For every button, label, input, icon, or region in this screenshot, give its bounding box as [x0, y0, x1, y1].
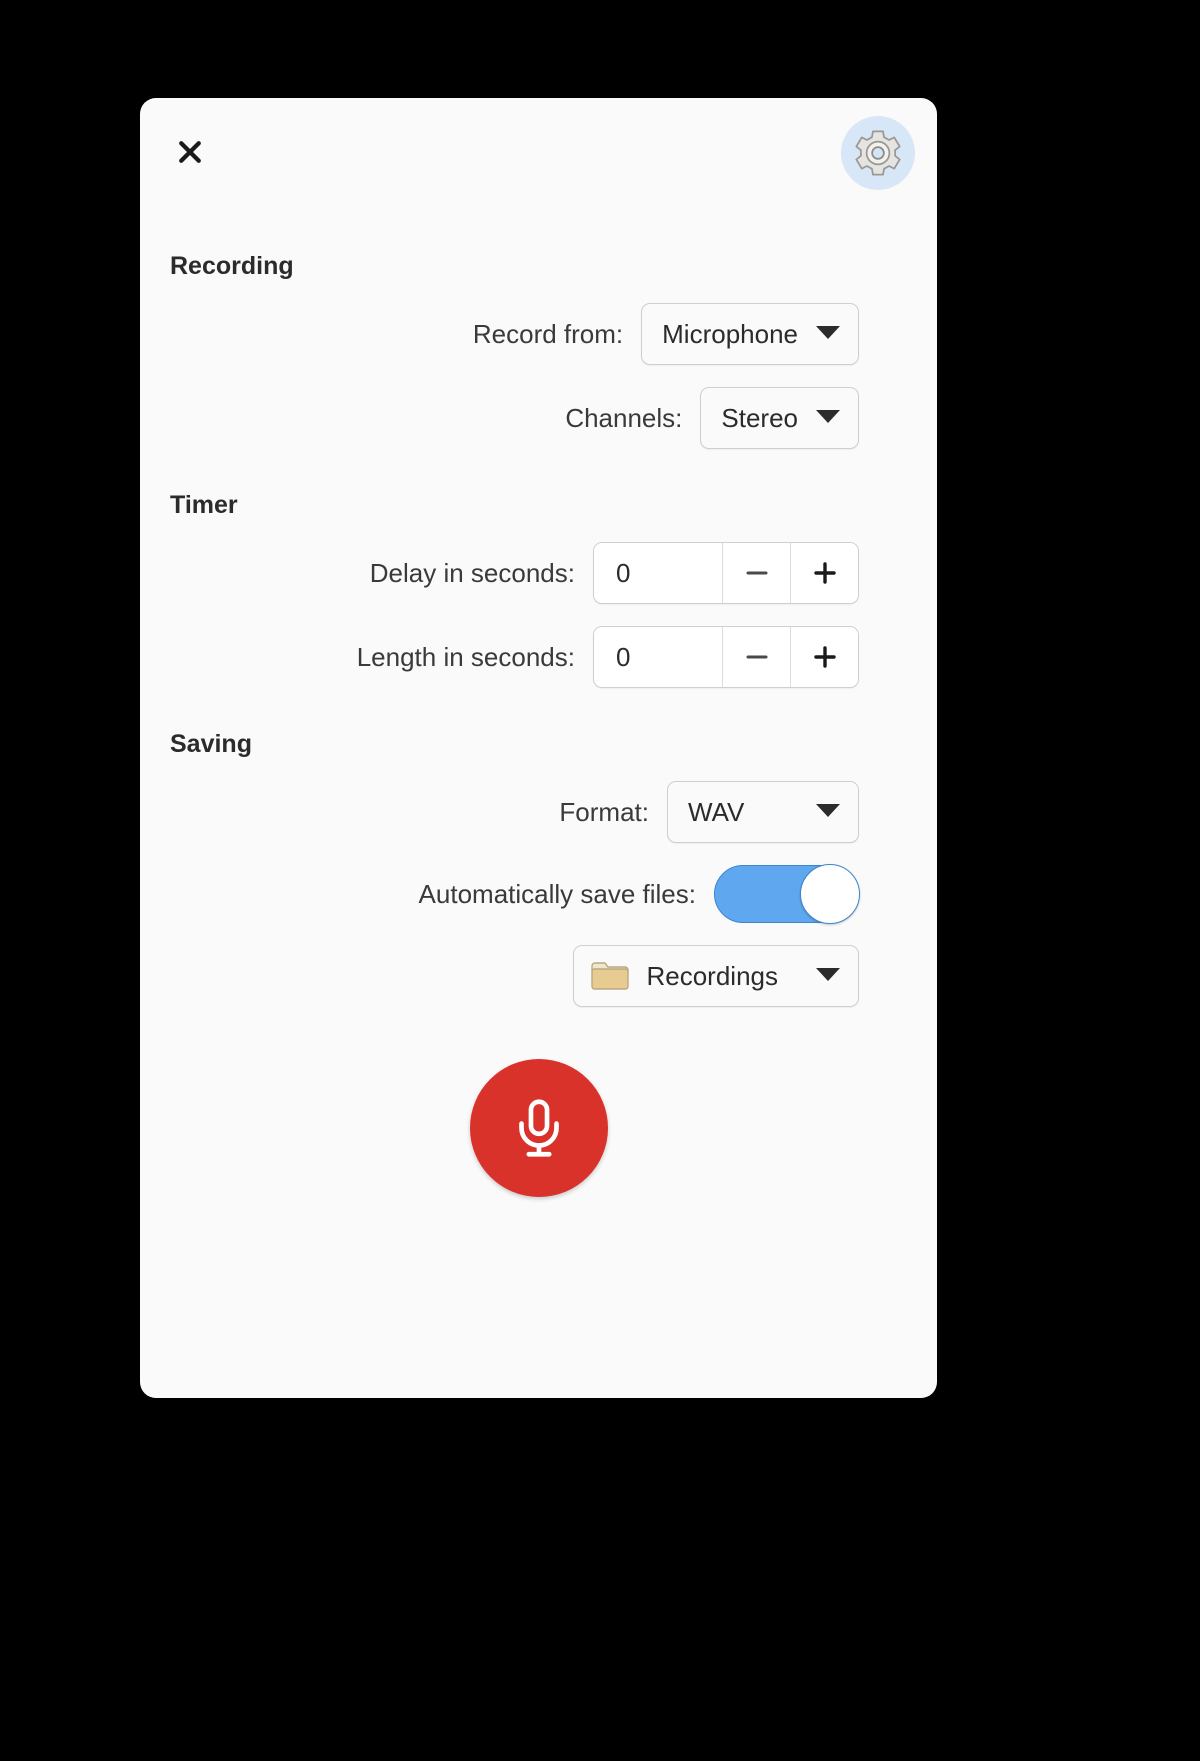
- record-button[interactable]: [469, 1059, 608, 1197]
- row-auto-save: Automatically save files:: [140, 864, 937, 924]
- record-from-dropdown[interactable]: Microphone: [641, 303, 859, 365]
- header-bar: [140, 98, 937, 214]
- section-title-timer: Timer: [170, 491, 238, 519]
- gear-icon: [855, 130, 901, 176]
- auto-save-toggle[interactable]: [714, 864, 860, 924]
- delay-value[interactable]: 0: [594, 543, 722, 603]
- length-stepper[interactable]: 0: [593, 626, 859, 688]
- auto-save-label: Automatically save files:: [418, 878, 696, 909]
- chevron-down-icon: [814, 965, 842, 988]
- toggle-knob: [800, 864, 860, 924]
- save-folder-dropdown[interactable]: Recordings: [573, 945, 859, 1007]
- delay-stepper[interactable]: 0: [593, 542, 859, 604]
- record-from-value: Microphone: [662, 318, 798, 349]
- row-format: Format: WAV: [140, 781, 937, 843]
- plus-icon: [813, 562, 836, 584]
- channels-label: Channels:: [565, 402, 683, 433]
- save-folder-value: Recordings: [646, 960, 778, 991]
- toggle-track: [714, 864, 860, 924]
- row-save-folder: Recordings: [140, 945, 937, 1007]
- row-channels: Channels: Stereo: [140, 387, 937, 449]
- channels-value: Stereo: [721, 402, 798, 433]
- record-from-label: Record from:: [472, 318, 624, 349]
- folder-icon: [590, 960, 630, 992]
- settings-content: Recording Record from: Microphone Channe…: [140, 252, 937, 1197]
- close-icon: [179, 141, 201, 163]
- row-length: Length in seconds: 0: [140, 626, 937, 688]
- close-window-button[interactable]: [170, 132, 210, 172]
- section-title-recording: Recording: [170, 252, 294, 280]
- minus-icon: [746, 655, 767, 659]
- length-value[interactable]: 0: [594, 627, 722, 687]
- length-increment-button[interactable]: [790, 627, 858, 687]
- minus-icon: [746, 571, 767, 575]
- app-root: Recording Record from: Microphone Channe…: [0, 0, 1200, 1761]
- format-dropdown[interactable]: WAV: [667, 781, 859, 843]
- length-label: Length in seconds:: [356, 641, 575, 672]
- plus-icon: [813, 646, 836, 668]
- chevron-down-icon: [814, 323, 842, 346]
- section-title-saving: Saving: [170, 730, 252, 758]
- sound-recorder-window: Recording Record from: Microphone Channe…: [140, 98, 937, 1398]
- format-label: Format:: [559, 796, 649, 827]
- row-record-from: Record from: Microphone: [140, 303, 937, 365]
- channels-dropdown[interactable]: Stereo: [700, 387, 859, 449]
- record-row: [140, 1059, 937, 1197]
- delay-increment-button[interactable]: [790, 543, 858, 603]
- delay-decrement-button[interactable]: [722, 543, 790, 603]
- chevron-down-icon: [814, 801, 842, 824]
- chevron-down-icon: [814, 407, 842, 430]
- length-decrement-button[interactable]: [722, 627, 790, 687]
- delay-label: Delay in seconds:: [369, 557, 575, 588]
- microphone-icon: [518, 1099, 559, 1157]
- row-delay: Delay in seconds: 0: [140, 542, 937, 604]
- settings-button[interactable]: [841, 116, 915, 190]
- format-value: WAV: [688, 796, 745, 827]
